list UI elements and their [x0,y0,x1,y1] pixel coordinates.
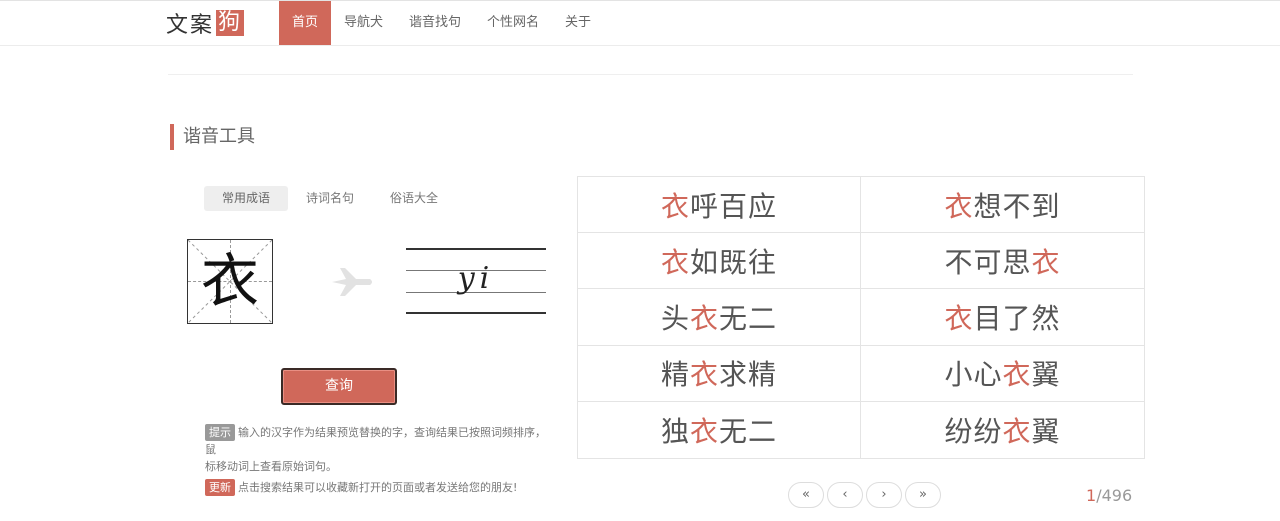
nav-item-nicknames[interactable]: 个性网名 [474,1,552,45]
result-cell[interactable]: 衣呼百应 [578,177,861,234]
first-page-button[interactable]: « [788,482,824,508]
nav-item-homophone-search[interactable]: 谐音找句 [396,1,474,45]
last-page-button[interactable]: » [905,482,941,508]
pinyin-text: yi [457,261,495,296]
tab-proverbs[interactable]: 俗语大全 [372,186,456,211]
logo-text: 文案 [166,13,215,38]
section-divider [168,74,1133,75]
navbar: 文案狗 首页 导航犬 谐音找句 个性网名 关于 [0,1,1280,46]
category-tabs: 常用成语 诗词名句 俗语大全 [204,186,456,211]
result-cell[interactable]: 头衣无二 [578,289,861,346]
result-cell[interactable]: 不可思衣 [861,233,1144,290]
section-title: 谐音工具 [183,126,255,147]
result-cell[interactable]: 衣如既往 [578,233,861,290]
results-table: 衣呼百应 衣想不到 衣如既往 不可思衣 头衣无二 衣目了然 精衣求精 小心衣翼 … [577,176,1145,459]
nav-item-about[interactable]: 关于 [552,1,604,45]
prev-page-button[interactable]: ‹ [827,482,863,508]
update-badge: 更新 [205,479,235,496]
page-indicator: 1/496 [1086,486,1132,505]
result-cell[interactable]: 小心衣翼 [861,346,1144,402]
character-input-box[interactable]: 衣 [187,239,273,324]
section-accent-bar [170,124,174,150]
airplane-icon [332,268,372,296]
tab-poetry-quotes[interactable]: 诗词名句 [288,186,372,211]
result-cell[interactable]: 衣目了然 [861,289,1144,346]
nav-item-navigation-dog[interactable]: 导航犬 [331,1,396,45]
input-character: 衣 [200,247,259,315]
result-cell[interactable]: 衣想不到 [861,177,1144,234]
main-nav: 首页 导航犬 谐音找句 个性网名 关于 [279,1,604,45]
hint-text-line1: 输入的汉字作为结果预览替换的字，查询结果已按照词频排序，鼠 [205,426,546,456]
hint-tip: 提示 输入的汉字作为结果预览替换的字，查询结果已按照词频排序，鼠 标移动词上查看原… [205,424,550,475]
nav-item-home[interactable]: 首页 [279,1,331,45]
query-button[interactable]: 查询 [281,368,397,405]
current-page: 1 [1086,486,1097,505]
logo[interactable]: 文案狗 [166,9,245,38]
pagination: « ‹ › » [788,482,941,508]
logo-box: 狗 [216,10,245,36]
hint-text-line2: 标移动词上查看原始词句。 [205,460,337,473]
result-cell[interactable]: 精衣求精 [578,345,861,402]
result-cell[interactable]: 独衣无二 [578,401,861,458]
tab-common-idioms[interactable]: 常用成语 [204,186,289,211]
update-tip: 更新 点击搜索结果可以收藏新打开的页面或者发送给您的朋友! [205,479,550,496]
result-cell[interactable]: 纷纷衣翼 [861,402,1144,458]
next-page-button[interactable]: › [866,482,902,508]
hint-badge: 提示 [205,424,235,441]
total-pages: /496 [1096,486,1133,505]
update-text: 点击搜索结果可以收藏新打开的页面或者发送给您的朋友! [238,481,518,494]
